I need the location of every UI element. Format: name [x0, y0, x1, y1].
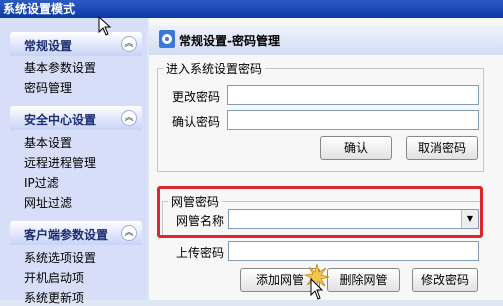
mouse-pointer-icon — [310, 278, 324, 300]
window-title: 系统设置模式 — [3, 2, 76, 16]
sidebar-item-basic-params[interactable]: 基本参数设置 — [24, 59, 96, 76]
sidebar-item-url-filter[interactable]: 网址过滤 — [24, 194, 72, 211]
page-title: 常规设置-密码管理 — [179, 34, 280, 48]
sidebar-item-startup[interactable]: 开机启动项 — [24, 269, 84, 286]
confirm-button[interactable]: 确认 — [320, 136, 392, 160]
change-password-label: 更改密码 — [172, 90, 221, 104]
confirm-password-input[interactable] — [227, 110, 479, 130]
sidebar-section-general[interactable]: 常规设置 ︽ — [10, 32, 142, 56]
modify-password-button[interactable]: 修改密码 — [412, 268, 478, 292]
sidebar-section-client[interactable]: 客户端参数设置 ︽ — [10, 221, 142, 245]
page-header: 常规设置-密码管理 — [149, 25, 503, 55]
section-title: 安全中心设置 — [24, 113, 97, 127]
settings-gear-icon — [159, 30, 175, 48]
sidebar-item-system-options[interactable]: 系统选项设置 — [24, 249, 96, 266]
sidebar-section-security[interactable]: 安全中心设置 ︽ — [10, 106, 142, 130]
sidebar-item-basic-settings[interactable]: 基本设置 — [24, 134, 72, 151]
sidebar: 常规设置 ︽ 基本参数设置 密码管理 安全中心设置 ︽ 基本设置 远程进程管理 … — [0, 18, 147, 305]
collapse-icon[interactable]: ︽ — [121, 36, 137, 52]
group-legend: 进入系统设置密码 — [166, 62, 263, 76]
section-title: 常规设置 — [24, 39, 73, 53]
change-password-input[interactable] — [227, 85, 479, 105]
upload-password-label: 上传密码 — [176, 246, 225, 260]
confirm-password-label: 确认密码 — [172, 115, 221, 129]
mouse-cursor-icon — [98, 16, 112, 36]
cancel-password-button[interactable]: 取消密码 — [406, 136, 478, 160]
group-legend: 网管密码 — [171, 195, 220, 209]
collapse-icon[interactable]: ︽ — [121, 110, 137, 126]
netbar-name-select[interactable]: ▼ — [228, 209, 479, 229]
netbar-name-label: 网管名称 — [176, 214, 225, 228]
section-title: 客户端参数设置 — [24, 228, 109, 242]
sidebar-item-ip-filter[interactable]: IP过滤 — [24, 174, 59, 191]
upload-password-input[interactable] — [228, 241, 479, 261]
collapse-icon[interactable]: ︽ — [121, 225, 137, 241]
dropdown-arrow-icon[interactable]: ▼ — [461, 210, 478, 228]
window-title-bar: 系统设置模式 — [0, 0, 503, 18]
sidebar-item-system-update[interactable]: 系统更新项 — [24, 289, 84, 306]
sidebar-item-remote-process[interactable]: 远程进程管理 — [24, 154, 96, 171]
sidebar-item-password-management[interactable]: 密码管理 — [24, 79, 72, 96]
delete-netbar-button[interactable]: 删除网管 — [327, 268, 400, 292]
